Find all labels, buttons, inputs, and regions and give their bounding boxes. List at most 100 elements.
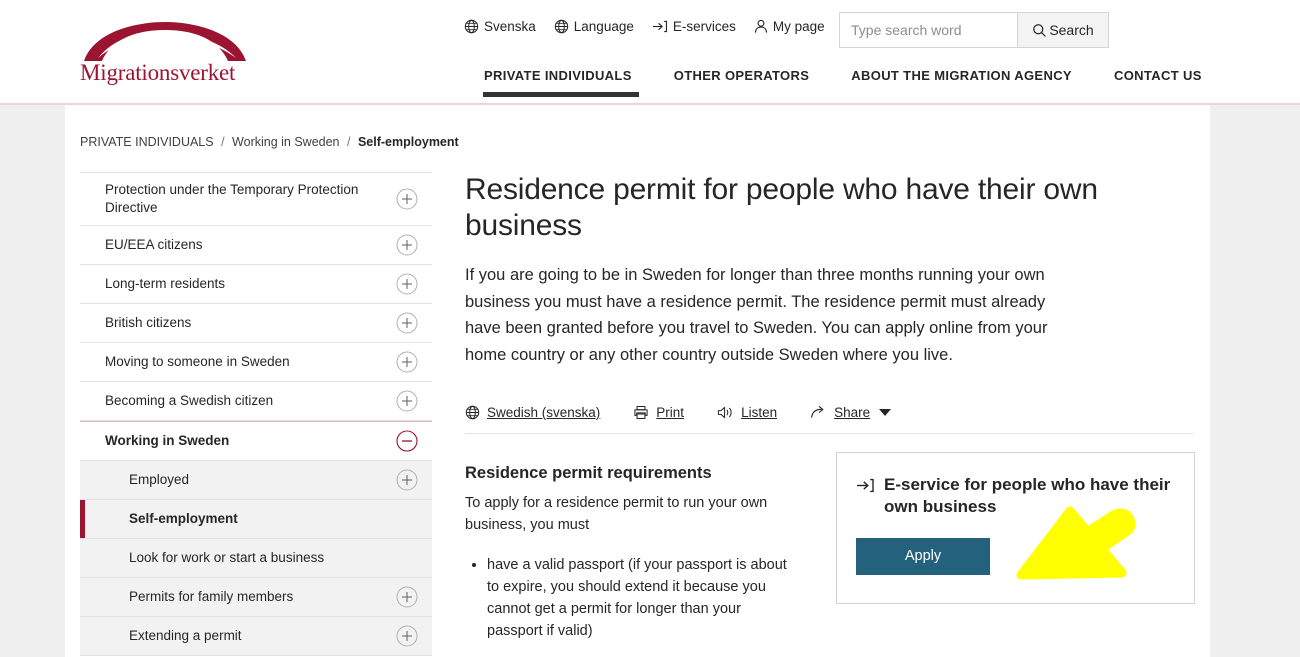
sidebar-item-look-for-work-or-start-a-business[interactable]: Look for work or start a business (80, 539, 432, 579)
utility-nav-label: E-services (672, 19, 736, 34)
breadcrumb-separator: / (221, 135, 225, 149)
apply-button[interactable]: Apply (856, 537, 990, 575)
page-tools-bar: Swedish (svenska) Print Listen Share (465, 405, 1193, 434)
active-item-accent-bar (80, 500, 85, 539)
sidebar-item-british-citizens[interactable]: British citizens (80, 304, 432, 344)
sidebar-item-label: Moving to someone in Sweden (105, 354, 290, 370)
plus-circle-icon[interactable] (396, 273, 418, 295)
eservice-box: E-service for people who have their own … (836, 451, 1195, 604)
sidebar-item-working-in-sweden[interactable]: Working in Sweden (80, 421, 432, 462)
main-content: Residence permit for people who have the… (465, 172, 1195, 643)
tool-label: Swedish (svenska) (487, 404, 601, 420)
utility-nav-label: My page (772, 19, 825, 34)
nav-tab-label: OTHER OPERATORS (673, 68, 810, 83)
sidebar-item-temporary-protection[interactable]: Protection under the Temporary Protectio… (80, 173, 432, 227)
requirements-list: have a valid passport (if your passport … (465, 554, 795, 642)
sidebar-item-moving-to-someone-in-sweden[interactable]: Moving to someone in Sweden (80, 343, 432, 383)
search-area: Search (839, 12, 1109, 48)
utility-nav-item-language[interactable]: Language (554, 19, 634, 34)
breadcrumb-item-working-in-sweden[interactable]: Working in Sweden (232, 135, 339, 149)
sidebar-item-label: EU/EEA citizens (105, 237, 203, 253)
nav-tab-other-operators[interactable]: OTHER OPERATORS (653, 68, 831, 97)
sidebar-item-label: Look for work or start a business (129, 550, 325, 566)
breadcrumb-separator: / (347, 135, 351, 149)
nav-tab-contact-us[interactable]: CONTACT US (1093, 68, 1223, 97)
speaker-icon (717, 406, 732, 418)
share-icon (811, 405, 824, 418)
arrow-into-bracket-icon (857, 478, 874, 492)
lower-content: Residence permit requirements To apply f… (465, 451, 1195, 643)
search-input[interactable] (839, 12, 1017, 48)
chevron-down-icon[interactable] (879, 408, 892, 416)
sidebar-item-label: Permits for family members (129, 589, 294, 605)
arch-logo-icon (84, 22, 246, 61)
utility-nav-label: Language (573, 19, 634, 34)
minus-circle-icon[interactable] (396, 430, 418, 452)
search-icon (1033, 23, 1047, 37)
sidebar-item-permits-for-family-members[interactable]: Permits for family members (80, 578, 432, 618)
tool-label: Print (656, 404, 685, 420)
utility-nav: Svenska Language E-services My page (464, 19, 825, 34)
plus-circle-icon[interactable] (396, 234, 418, 256)
sidebar-item-long-term-residents[interactable]: Long-term residents (80, 265, 432, 305)
sidebar-item-extending-a-permit[interactable]: Extending a permit (80, 617, 432, 657)
sidebar-item-label: British citizens (105, 315, 192, 331)
sidebar-item-label: Employed (129, 472, 190, 488)
search-button[interactable]: Search (1017, 12, 1109, 48)
utility-nav-item-e-services[interactable]: E-services (652, 19, 736, 34)
site-header: Migrationsverket Svenska Language E-serv… (0, 0, 1300, 104)
page-root: Migrationsverket Svenska Language E-serv… (0, 0, 1300, 657)
requirements-intro: To apply for a residence permit to run y… (465, 494, 768, 533)
plus-circle-icon[interactable] (396, 625, 418, 647)
plus-circle-icon[interactable] (396, 390, 418, 412)
breadcrumb-current: Self-employment (357, 135, 459, 149)
search-button-label: Search (1049, 22, 1094, 38)
sidebar-item-label: Long-term residents (105, 276, 226, 292)
requirements-heading: Residence permit requirements (465, 463, 712, 482)
tool-share[interactable]: Share (810, 404, 892, 420)
tool-listen[interactable]: Listen (717, 405, 777, 420)
sidebar-nav: Protection under the Temporary Protectio… (80, 172, 432, 657)
sidebar-item-label: Working in Sweden (105, 433, 230, 449)
eservice-title: E-service for people who have their own … (856, 474, 1175, 519)
sidebar-item-eu-eea-citizens[interactable]: EU/EEA citizens (80, 226, 432, 266)
sidebar-item-label: Protection under the Temporary Protectio… (105, 182, 359, 216)
globe-icon (465, 405, 480, 420)
sidebar-item-becoming-a-swedish-citizen[interactable]: Becoming a Swedish citizen (80, 382, 432, 422)
plus-circle-icon[interactable] (396, 312, 418, 334)
main-nav: PRIVATE INDIVIDUALS OTHER OPERATORS ABOU… (464, 68, 1223, 97)
site-logo[interactable]: Migrationsverket (80, 22, 255, 86)
requirements-section: Residence permit requirements To apply f… (465, 464, 795, 643)
person-icon (754, 19, 767, 33)
breadcrumb-item-private-individuals[interactable]: PRIVATE INDIVIDUALS (80, 135, 214, 149)
sidebar-item-employed[interactable]: Employed (80, 461, 432, 501)
tool-label: Listen (741, 404, 778, 420)
utility-nav-label: Svenska (484, 19, 536, 34)
tool-swedish-language[interactable]: Swedish (svenska) (465, 405, 600, 420)
plus-circle-icon[interactable] (396, 351, 418, 373)
eservice-title-text: E-service for people who have their own … (884, 474, 1171, 517)
nav-tab-about-the-migration-agency[interactable]: ABOUT THE MIGRATION AGENCY (830, 68, 1093, 97)
nav-tab-private-individuals[interactable]: PRIVATE INDIVIDUALS (464, 68, 653, 97)
plus-circle-icon[interactable] (396, 469, 418, 491)
breadcrumb: PRIVATE INDIVIDUALS / Working in Sweden … (80, 135, 459, 149)
nav-tab-label: CONTACT US (1113, 68, 1202, 83)
sidebar-item-self-employment[interactable]: Self-employment (80, 500, 432, 540)
sidebar-item-label: Extending a permit (129, 628, 242, 644)
list-item: have a valid passport (if your passport … (487, 554, 795, 642)
printer-icon (634, 405, 648, 419)
sidebar-item-label: Self-employment (129, 511, 238, 527)
tool-label: Share (834, 404, 871, 420)
globe-icon (554, 19, 568, 34)
arrow-into-bracket-icon (652, 20, 667, 33)
utility-nav-item-svenska[interactable]: Svenska (464, 19, 536, 34)
plus-circle-icon[interactable] (396, 188, 418, 210)
logo-wordmark: Migrationsverket (80, 60, 236, 85)
nav-tab-label: PRIVATE INDIVIDUALS (484, 68, 632, 83)
page-title: Residence permit for people who have the… (465, 173, 1098, 242)
intro-paragraph: If you are going to be in Sweden for lon… (465, 266, 1048, 365)
utility-nav-item-my-page[interactable]: My page (754, 19, 825, 34)
nav-tab-label: ABOUT THE MIGRATION AGENCY (851, 68, 1072, 83)
tool-print[interactable]: Print (633, 405, 684, 420)
plus-circle-icon[interactable] (396, 586, 418, 608)
